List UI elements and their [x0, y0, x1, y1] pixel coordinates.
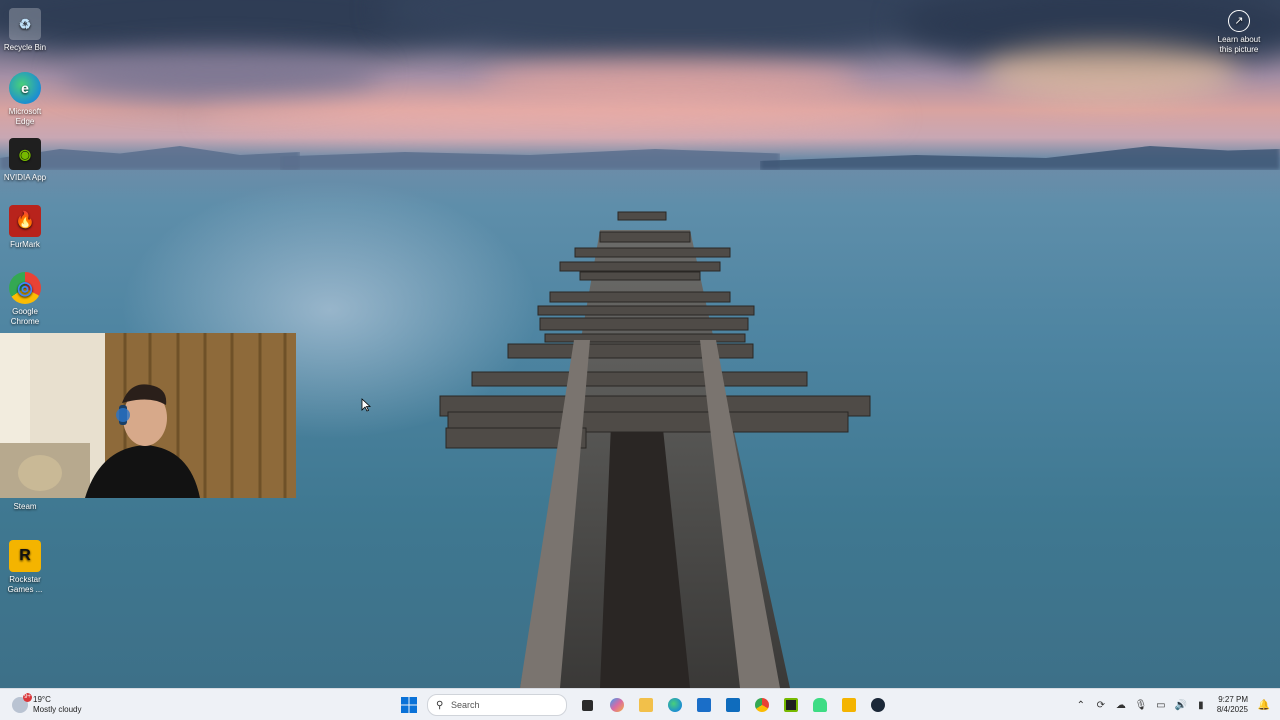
mouse-cursor: [361, 398, 371, 412]
search-box[interactable]: ⚲ Search: [427, 694, 567, 716]
rockstar-games-icon[interactable]: R Rockstar Games ...: [2, 540, 48, 595]
clock-time: 9:27 PM: [1218, 695, 1248, 704]
search-icon: ⚲: [436, 699, 444, 711]
steam-button[interactable]: [866, 693, 890, 717]
search-placeholder: Search: [451, 700, 480, 710]
nvidia-icon: ◉: [9, 138, 41, 170]
webcam-overlay: [0, 333, 296, 498]
edge-button[interactable]: [663, 693, 687, 717]
camera-icon: ↗: [1228, 10, 1250, 32]
task-view-button[interactable]: [576, 693, 600, 717]
chrome-icon: [754, 698, 769, 712]
cloud-sync-icon[interactable]: ☁: [1111, 700, 1131, 711]
folder-icon: [638, 698, 653, 712]
taskbar-center: ⚲ Search: [394, 693, 892, 717]
google-chrome-icon[interactable]: ◎ Google Chrome: [2, 272, 48, 327]
clock-date: 8/4/2025: [1216, 705, 1248, 714]
learn-about-picture[interactable]: ↗ Learn about this picture: [1212, 8, 1266, 55]
android-icon: [812, 698, 827, 712]
microsoft-edge-icon[interactable]: e Microsoft Edge: [2, 72, 48, 127]
windows-logo-icon: [400, 697, 417, 713]
nvidia-button[interactable]: [779, 693, 803, 717]
recycle-icon: ♻: [9, 8, 41, 40]
weather-widget[interactable]: 9+ 19°C Mostly cloudy: [12, 692, 81, 718]
tray-app-icon[interactable]: ⟳: [1091, 700, 1111, 711]
notifications-icon[interactable]: 🔔: [1254, 700, 1274, 711]
rockstar-button[interactable]: [837, 693, 861, 717]
file-explorer-button[interactable]: [634, 693, 658, 717]
furmark-icon[interactable]: 🔥 FurMark: [2, 205, 48, 250]
store-icon: [696, 698, 711, 712]
microphone-icon[interactable]: 🎙: [1131, 700, 1151, 711]
copilot-button[interactable]: [605, 693, 629, 717]
outlook-icon: [725, 698, 740, 712]
battery-icon[interactable]: ▮: [1191, 700, 1211, 711]
recycle-bin-icon[interactable]: ♻ Recycle Bin: [2, 8, 48, 53]
volume-icon[interactable]: 🔊: [1171, 700, 1191, 711]
flame-icon: 🔥: [9, 205, 41, 237]
nvidia-icon: [783, 698, 798, 712]
rockstar-icon: [841, 698, 856, 712]
copilot-icon: [609, 698, 624, 712]
notification-badge: 9+: [23, 693, 32, 702]
weather-condition: Mostly cloudy: [33, 705, 82, 714]
steam-icon: [870, 698, 885, 712]
chrome-icon: ◎: [9, 272, 41, 304]
cloud-icon: 9+: [12, 693, 32, 713]
chrome-button[interactable]: [750, 693, 774, 717]
desktop-background: ♻ Recycle Bin e Microsoft Edge ◉ NVIDIA …: [0, 0, 1280, 688]
start-button[interactable]: [397, 693, 421, 717]
android-button[interactable]: [808, 693, 832, 717]
outlook-button[interactable]: [721, 693, 745, 717]
edge-icon: e: [9, 72, 41, 104]
steam-icon[interactable]: Steam: [2, 502, 48, 512]
task-view-icon: [582, 699, 593, 711]
store-button[interactable]: [692, 693, 716, 717]
weather-temp: 19°C: [33, 695, 51, 704]
nvidia-app-icon[interactable]: ◉ NVIDIA App: [2, 138, 48, 183]
taskbar: 9+ 19°C Mostly cloudy ⚲ Search ⌃ ⟳ ☁ 🎙 ▭…: [0, 688, 1280, 720]
network-icon[interactable]: ▭: [1151, 700, 1171, 711]
edge-icon: [667, 698, 682, 712]
rockstar-logo-icon: R: [9, 540, 41, 572]
system-tray: ⌃ ⟳ ☁ 🎙 ▭ 🔊 ▮ 9:27 PM 8/4/2025 🔔: [1071, 693, 1280, 717]
chevron-up-icon[interactable]: ⌃: [1071, 700, 1091, 711]
clock[interactable]: 9:27 PM 8/4/2025: [1217, 695, 1248, 715]
